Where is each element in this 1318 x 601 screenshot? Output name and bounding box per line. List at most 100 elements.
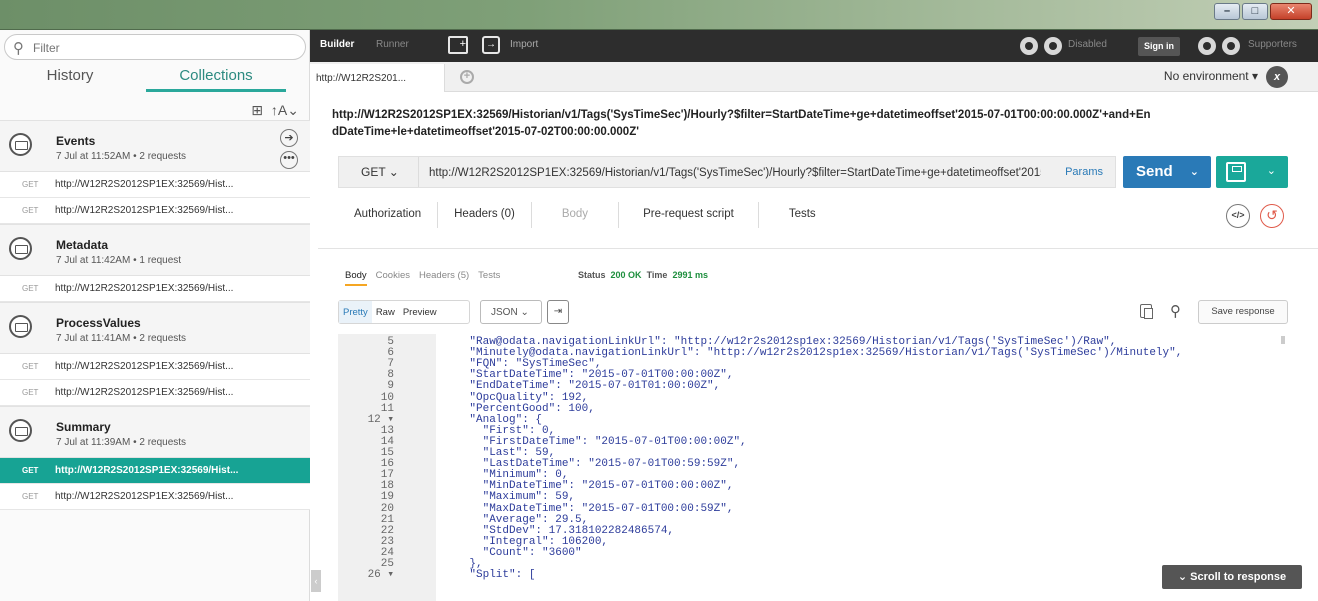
tab-response-tests[interactable]: Tests [478,270,500,286]
new-window-icon[interactable]: + [448,36,468,54]
reset-icon[interactable]: ↺ [1260,204,1284,228]
request-url-title: http://W12R2S2012SP1EX:32569/Historian/v… [332,109,1151,138]
new-collection-icon[interactable]: ⊞ [251,102,263,119]
sign-in-button[interactable]: Sign in [1138,37,1180,56]
save-icon [1226,162,1246,182]
tab-cookies[interactable]: Cookies [376,270,410,286]
request-item-selected[interactable]: GET http://W12R2S2012SP1EX:32569/Hist... [0,458,310,484]
collection-tools: ⊞ ↑A⌄ [251,102,299,119]
line-number: 21 [380,513,394,526]
save-button[interactable]: ⌄ [1216,156,1288,188]
maximize-button[interactable]: □ [1242,3,1268,20]
tab-body[interactable]: Body [532,202,620,228]
tab-builder[interactable]: Builder [320,39,354,50]
notifications-icon[interactable] [1198,37,1216,55]
tab-headers[interactable]: Headers (0) [438,202,532,228]
code-line: 21 "Average": 29.5, [338,513,1288,526]
filter-input[interactable] [33,39,293,56]
folder-icon [9,315,32,338]
collection-name: Metadata [56,238,109,252]
send-label: Send [1136,163,1173,180]
view-preview[interactable]: Preview [399,301,441,323]
scrollbar[interactable] [1281,336,1285,344]
tab-pre-request-script[interactable]: Pre-request script [619,202,759,228]
request-tab[interactable]: http://W12R2S201... [310,64,445,92]
tab-authorization[interactable]: Authorization [338,202,439,228]
collection-processvalues[interactable]: ProcessValues 7 Jul at 11:41AM • 2 reque… [0,302,310,354]
request-method: GET [22,180,39,189]
code-text: "Average": 29.5, [443,513,589,526]
tab-runner[interactable]: Runner [376,39,409,50]
code-line: 9 "EndDateTime": "2015-07-01T01:00:00Z", [338,381,1288,392]
top-toolbar: Builder Runner + → Import Disabled Sign … [310,30,1318,62]
sort-icon[interactable]: ↑A⌄ [271,102,299,119]
code-line: 10 "OpcQuality": 192, [338,391,1288,404]
collection-list: Events 7 Jul at 11:52AM • 2 requests ➔ •… [0,120,310,510]
format-select[interactable]: JSON ⌄ [480,300,542,324]
collection-metadata[interactable]: Metadata 7 Jul at 11:42AM • 1 request [0,224,310,276]
arrow-right-icon[interactable]: ➔ [280,129,298,147]
scroll-to-response-button[interactable]: ⌄ Scroll to response [1162,565,1302,589]
copy-icon[interactable] [1140,304,1153,319]
time-label: Time [646,270,668,280]
code-snippet-icon[interactable]: </> [1226,204,1250,228]
request-item[interactable]: GET http://W12R2S2012SP1EX:32569/Hist... [0,198,310,224]
sidebar-collapse-handle[interactable]: ‹ [311,570,321,592]
collection-events[interactable]: Events 7 Jul at 11:52AM • 2 requests ➔ •… [0,120,310,172]
request-item[interactable]: GET http://W12R2S2012SP1EX:32569/Hist... [0,484,310,510]
close-button[interactable]: ✕ [1270,3,1312,20]
response-body[interactable]: 5 "Raw@odata.navigationLinkUrl": "http:/… [338,334,1288,601]
request-url: http://W12R2S2012SP1EX:32569/Hist... [55,283,234,294]
request-method: GET [22,492,39,501]
method-select[interactable]: GET ⌄ [339,157,419,187]
sync-icon[interactable] [1044,37,1062,55]
request-item[interactable]: GET http://W12R2S2012SP1EX:32569/Hist... [0,380,310,406]
sidebar-tabs: History Collections [0,64,310,92]
response-tabs: Body Cookies Headers (5) Tests [345,270,500,286]
search-icon[interactable]: ⚲ [1170,302,1181,320]
view-pretty[interactable]: Pretty [339,301,372,323]
line-number: 8 [387,369,394,382]
response-status: Status 200 OK Time 2991 ms [578,270,708,280]
supporters-link[interactable]: Supporters [1248,39,1297,50]
sidebar: ⚲ History Collections ⊞ ↑A⌄ Events 7 Jul… [0,30,310,601]
request-item[interactable]: GET http://W12R2S2012SP1EX:32569/Hist... [0,276,310,302]
line-number: 10 [380,391,394,404]
format-label: JSON [491,307,518,318]
scroll-to-response-label: Scroll to response [1190,571,1287,583]
settings-icon[interactable] [1020,37,1038,55]
import-icon[interactable]: → [482,36,500,54]
save-response-button[interactable]: Save response [1198,300,1288,324]
minimize-button[interactable]: – [1214,3,1240,20]
filter-box[interactable]: ⚲ [4,34,306,60]
view-raw[interactable]: Raw [372,301,399,323]
request-method: GET [22,284,39,293]
chevron-down-icon[interactable]: ⌄ [1267,164,1276,177]
request-item[interactable]: GET http://W12R2S2012SP1EX:32569/Hist... [0,172,310,198]
collection-summary[interactable]: Summary 7 Jul at 11:39AM • 2 requests [0,406,310,458]
heart-icon[interactable] [1222,37,1240,55]
request-url: http://W12R2S2012SP1EX:32569/Hist... [55,387,234,398]
wrap-lines-icon[interactable]: ⇥ [547,300,569,324]
tab-tests[interactable]: Tests [759,202,846,228]
line-number: 26 ▾ [367,569,394,582]
import-button[interactable]: Import [510,39,538,50]
tab-response-body[interactable]: Body [345,270,367,286]
tab-response-headers[interactable]: Headers (5) [419,270,469,286]
url-input[interactable] [429,165,1041,181]
code-text: "MaxDateTime": "2015-07-01T00:00:59Z", [443,502,734,515]
tab-collections[interactable]: Collections [146,64,286,92]
request-item[interactable]: GET http://W12R2S2012SP1EX:32569/Hist... [0,354,310,380]
tab-history[interactable]: History [0,64,140,92]
params-button[interactable]: Params [1065,166,1103,178]
chevron-down-icon[interactable]: ⌄ [1190,156,1199,188]
more-icon[interactable]: ••• [280,151,298,169]
environment-select[interactable]: No environment ▾ [1164,69,1258,83]
send-button[interactable]: Send ⌄ [1123,156,1211,188]
divider [318,248,1318,249]
collection-name: Summary [56,420,111,434]
request-method: GET [22,206,39,215]
add-tab-icon[interactable]: + [460,70,474,84]
line-number: 5 [387,336,394,348]
environment-quick-look-icon[interactable]: x [1266,66,1288,88]
